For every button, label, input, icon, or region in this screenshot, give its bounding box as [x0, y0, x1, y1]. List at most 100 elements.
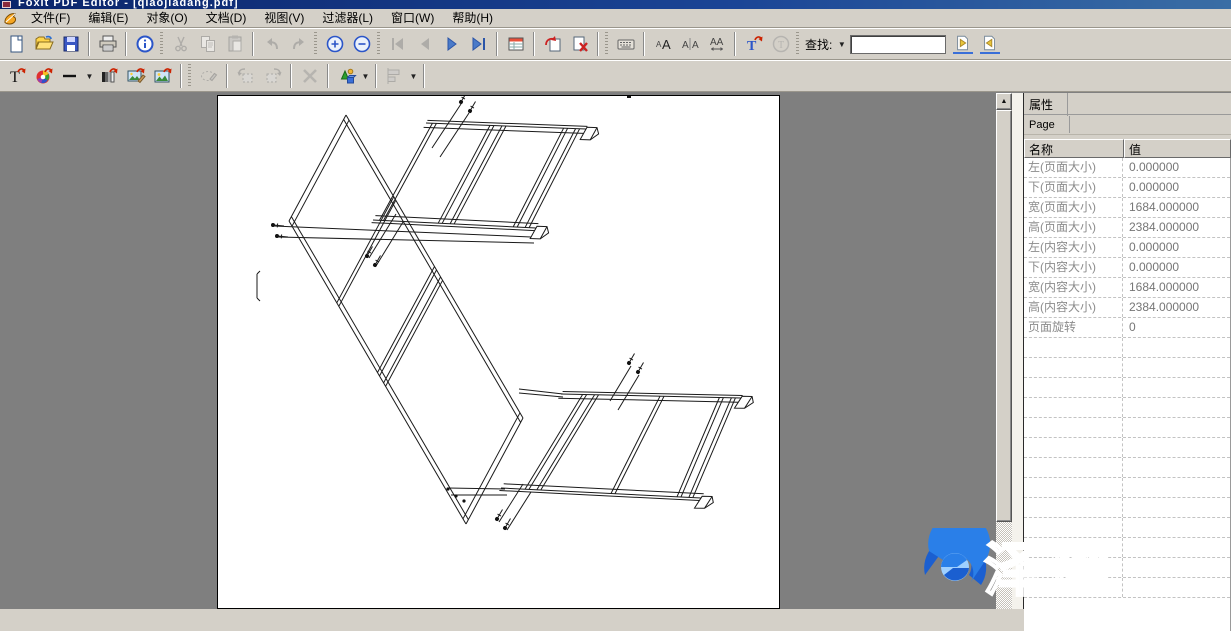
property-row-empty	[1024, 518, 1230, 538]
property-name: 宽(内容大小)	[1024, 278, 1123, 297]
page-properties-button[interactable]	[502, 31, 529, 58]
next-page-button[interactable]	[438, 31, 465, 58]
delete-object-button[interactable]	[296, 63, 323, 90]
delete-page-button[interactable]	[566, 31, 593, 58]
property-value[interactable]: 1684.000000	[1123, 278, 1230, 297]
menu-item-1[interactable]: 编辑(E)	[79, 9, 137, 27]
column-header-value[interactable]: 值	[1124, 139, 1231, 158]
pdf-page[interactable]	[217, 95, 780, 609]
menu-item-3[interactable]: 文档(D)	[197, 9, 256, 27]
align-tool-button[interactable]	[381, 63, 408, 90]
previous-page-button[interactable]	[411, 31, 438, 58]
new-document-button[interactable]	[3, 31, 30, 58]
menu-item-7[interactable]: 帮助(H)	[443, 9, 502, 27]
virtual-keyboard-button[interactable]	[612, 31, 639, 58]
fill-gradient-tool-button[interactable]	[95, 63, 122, 90]
rotate-object-right-button[interactable]	[259, 63, 286, 90]
property-value[interactable]: 0.000000	[1123, 258, 1230, 277]
save-button[interactable]	[57, 31, 84, 58]
property-value[interactable]: 2384.000000	[1123, 298, 1230, 317]
property-value[interactable]: 1684.000000	[1123, 198, 1230, 217]
text-object-button[interactable]: T	[767, 31, 794, 58]
find-options-dropdown[interactable]: ▼	[836, 32, 847, 56]
insert-image-tool-button[interactable]	[149, 63, 176, 90]
toolbar-grip[interactable]	[377, 32, 380, 56]
tab-page[interactable]: Page	[1024, 116, 1070, 133]
property-row-empty	[1024, 498, 1230, 518]
property-value[interactable]: 0.000000	[1123, 178, 1230, 197]
property-value[interactable]: 2384.000000	[1123, 218, 1230, 237]
font-kerning-button[interactable]: AA	[676, 31, 703, 58]
open-button[interactable]	[30, 31, 57, 58]
insert-shape-dropdown[interactable]: ▼	[360, 64, 371, 88]
insert-text-object-button[interactable]: T	[740, 31, 767, 58]
undo-button[interactable]	[258, 31, 285, 58]
property-row: 高(内容大小)2384.000000	[1024, 298, 1230, 318]
property-name-empty	[1024, 418, 1123, 437]
document-info-button[interactable]	[131, 31, 158, 58]
line-style-button[interactable]	[57, 63, 84, 90]
panel-tab-row: Page	[1024, 115, 1231, 135]
menu-item-0[interactable]: 文件(F)	[22, 9, 79, 27]
line-style-dropdown[interactable]: ▼	[84, 64, 95, 88]
document-canvas[interactable]	[0, 93, 996, 609]
first-page-button[interactable]	[384, 31, 411, 58]
find-next-button[interactable]	[949, 31, 976, 58]
toolbar-grip[interactable]	[188, 64, 191, 88]
title-bar: Foxit PDF Editor - [qiaojiadang.pdf]	[0, 0, 1231, 9]
document-icon[interactable]	[3, 11, 18, 26]
image-editor-tool-button[interactable]	[122, 63, 149, 90]
panel-splitter[interactable]	[1012, 93, 1024, 609]
copy-button[interactable]	[194, 31, 221, 58]
print-button[interactable]	[94, 31, 121, 58]
font-spacing-button[interactable]: AA	[703, 31, 730, 58]
menu-item-2[interactable]: 对象(O)	[137, 9, 196, 27]
toolbar-grip[interactable]	[796, 32, 799, 56]
vertical-scrollbar[interactable]: ▲	[996, 93, 1012, 609]
toolbar-grip[interactable]	[160, 32, 163, 56]
insert-shape-button[interactable]	[333, 63, 360, 90]
zoom-in-button[interactable]	[321, 31, 348, 58]
align-tool-dropdown[interactable]: ▼	[408, 64, 419, 88]
last-page-button[interactable]	[465, 31, 492, 58]
menu-item-4[interactable]: 视图(V)	[255, 9, 313, 27]
panel-title-row: 属性	[1024, 93, 1231, 115]
menu-item-6[interactable]: 窗口(W)	[382, 9, 443, 27]
paste-button[interactable]	[221, 31, 248, 58]
property-row-empty	[1024, 478, 1230, 498]
main-area: ▲ 属性 Page 名称 值 左(页面大小)0.000000下(页面大小)0.0…	[0, 92, 1231, 608]
window-title: Foxit PDF Editor - [qiaojiadang.pdf]	[18, 0, 239, 9]
menu-item-5[interactable]: 过滤器(L)	[313, 9, 382, 27]
zoom-out-button[interactable]	[348, 31, 375, 58]
property-value[interactable]: 0	[1123, 318, 1230, 337]
toolbar-grip[interactable]	[605, 32, 608, 56]
rotate-object-left-button[interactable]	[232, 63, 259, 90]
property-name-empty	[1024, 378, 1123, 397]
find-previous-button[interactable]	[976, 31, 1003, 58]
property-value[interactable]: 0.000000	[1123, 238, 1230, 257]
text-tool-button[interactable]: T	[3, 63, 30, 90]
toolbar-grip[interactable]	[314, 32, 317, 56]
column-header-name[interactable]: 名称	[1024, 139, 1124, 158]
shape-color-tool-button[interactable]	[30, 63, 57, 90]
svg-text:T: T	[777, 40, 783, 51]
scrollbar-thumb[interactable]	[996, 110, 1012, 522]
scroll-up-button[interactable]: ▲	[996, 93, 1012, 110]
property-name: 宽(页面大小)	[1024, 198, 1123, 217]
toolbar-separator	[252, 32, 254, 56]
redo-button[interactable]	[285, 31, 312, 58]
select-object-tool-button[interactable]	[195, 63, 222, 90]
property-name-empty	[1024, 438, 1123, 457]
font-size-button[interactable]: AA	[649, 31, 676, 58]
cut-button[interactable]	[167, 31, 194, 58]
toolbar-separator	[643, 32, 645, 56]
find-input[interactable]	[850, 35, 946, 54]
property-name-empty	[1024, 458, 1123, 477]
properties-panel: 属性 Page 名称 值 左(页面大小)0.000000下(页面大小)0.000…	[1024, 93, 1231, 609]
property-row-empty	[1024, 418, 1230, 438]
property-value[interactable]: 0.000000	[1123, 158, 1230, 177]
property-table-header: 名称 值	[1024, 139, 1231, 158]
property-name-empty	[1024, 558, 1123, 577]
insert-page-button[interactable]	[539, 31, 566, 58]
svg-text:T: T	[747, 39, 757, 54]
